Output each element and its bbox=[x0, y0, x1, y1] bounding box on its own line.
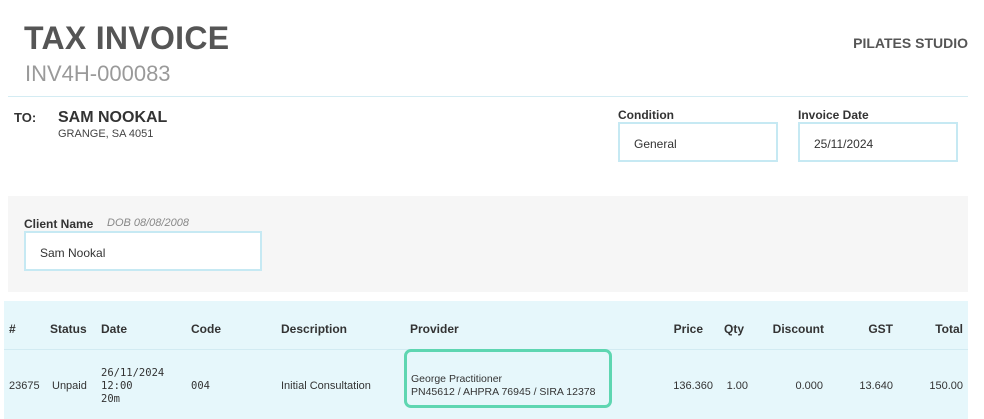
recipient-name: SAM NOOKAL bbox=[58, 109, 168, 126]
col-code[interactable]: Code bbox=[191, 322, 221, 336]
col-gst[interactable]: GST bbox=[850, 322, 893, 336]
col-provider[interactable]: Provider bbox=[410, 322, 459, 336]
row-provider-ids: PN45612 / AHPRA 76945 / SIRA 12378 bbox=[411, 386, 596, 398]
client-dob: DOB 08/08/2008 bbox=[107, 217, 189, 229]
row-description: Initial Consultation bbox=[281, 380, 371, 392]
col-discount[interactable]: Discount bbox=[760, 322, 824, 336]
row-status: Unpaid bbox=[52, 380, 87, 392]
row-discount: 0.000 bbox=[795, 380, 823, 392]
invoice-title: TAX INVOICE bbox=[24, 20, 230, 56]
to-label: TO: bbox=[14, 110, 37, 125]
recipient-address: GRANGE, SA 4051 bbox=[58, 128, 154, 140]
row-duration: 20m bbox=[101, 393, 120, 405]
col-status[interactable]: Status bbox=[50, 322, 87, 336]
invoice-number: INV4H-000083 bbox=[25, 61, 171, 86]
row-total: 150.00 bbox=[929, 380, 963, 392]
col-date[interactable]: Date bbox=[101, 322, 127, 336]
condition-field[interactable]: General bbox=[618, 122, 778, 162]
row-date: 26/11/2024 bbox=[101, 367, 165, 379]
row-gst: 13.640 bbox=[859, 380, 893, 392]
invoice-date-label: Invoice Date bbox=[798, 108, 869, 122]
client-name-field[interactable]: Sam Nookal bbox=[24, 231, 262, 271]
row-code: 004 bbox=[191, 380, 210, 392]
header-divider bbox=[8, 96, 968, 97]
row-qty: 1.00 bbox=[726, 380, 748, 392]
col-description[interactable]: Description bbox=[281, 322, 347, 336]
col-total[interactable]: Total bbox=[920, 322, 963, 336]
condition-label: Condition bbox=[618, 108, 674, 122]
business-name: PILATES STUDIO bbox=[853, 35, 968, 51]
col-number[interactable]: # bbox=[9, 322, 16, 336]
row-time: 12:00 bbox=[101, 380, 133, 392]
invoice-date-field[interactable]: 25/11/2024 bbox=[798, 122, 958, 162]
col-qty[interactable]: Qty bbox=[718, 322, 744, 336]
row-provider-name: George Practitioner bbox=[411, 373, 503, 385]
row-price: 136.360 bbox=[673, 380, 713, 392]
client-name-label: Client Name bbox=[24, 217, 94, 231]
col-price[interactable]: Price bbox=[660, 322, 703, 336]
row-number: 23675 bbox=[9, 380, 40, 392]
